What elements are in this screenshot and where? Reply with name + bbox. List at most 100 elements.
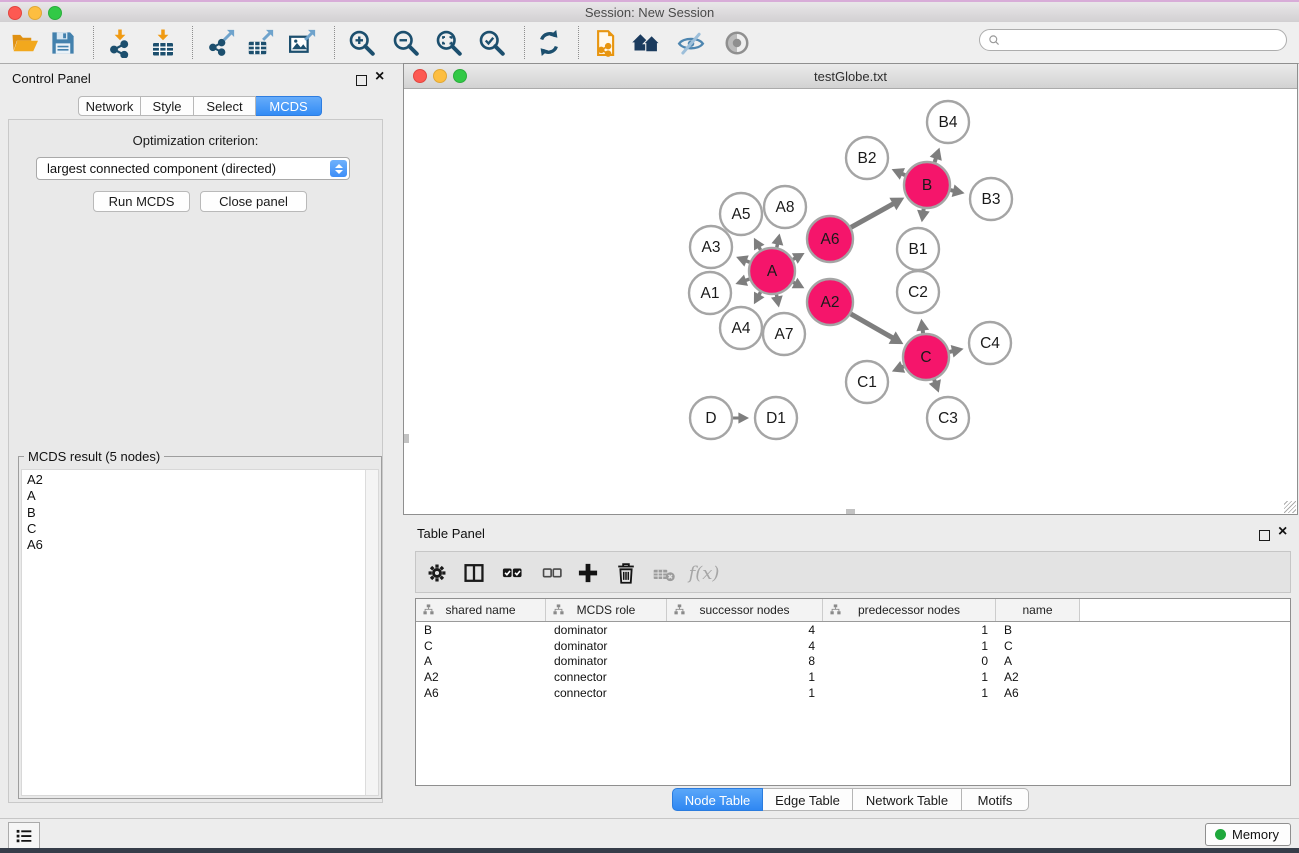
search-input[interactable] — [1006, 32, 1278, 48]
network-canvas[interactable]: B4B2BB3A8A5A6A3B1AC2A1A2A4A7C4CC1C3DD1 — [404, 89, 1297, 514]
close-panel-button[interactable]: × — [1278, 526, 1287, 538]
select-stepper[interactable] — [330, 160, 347, 177]
tab-network[interactable]: Network — [78, 96, 141, 116]
table-cell[interactable]: A2 — [996, 670, 1080, 684]
chevron-up-icon — [335, 164, 343, 168]
horizontal-scroll-nub[interactable] — [846, 509, 855, 514]
table-row[interactable]: A6connector11A6 — [416, 685, 1290, 701]
float-panel-button[interactable] — [356, 73, 367, 91]
export-table-button[interactable] — [243, 26, 277, 60]
zoom-in-button[interactable] — [345, 26, 379, 60]
mcds-result-list[interactable]: A2ABCA6 — [21, 469, 379, 796]
table-cell[interactable]: A — [416, 654, 546, 668]
table-cell[interactable]: A2 — [416, 670, 546, 684]
mcds-result-item[interactable]: B — [22, 505, 378, 521]
tab-select[interactable]: Select — [194, 96, 256, 116]
tab-mcds[interactable]: MCDS — [256, 96, 322, 116]
table-cell[interactable]: B — [416, 623, 546, 637]
zoom-fit-button[interactable] — [432, 26, 466, 60]
save-session-button[interactable] — [46, 26, 80, 60]
show-column-button[interactable] — [459, 558, 489, 588]
table-row[interactable]: Cdominator41C — [416, 638, 1290, 654]
search-icon — [988, 34, 1001, 47]
table-cell[interactable]: dominator — [546, 654, 667, 668]
network-window-titlebar: testGlobe.txt — [404, 64, 1297, 89]
table-cell[interactable]: 1 — [823, 670, 996, 684]
table-cell[interactable]: 0 — [823, 654, 996, 668]
deselect-all-button[interactable] — [537, 558, 567, 588]
open-file-button[interactable] — [8, 26, 42, 60]
import-network-button[interactable] — [103, 26, 137, 60]
zoom-out-button[interactable] — [389, 26, 423, 60]
mcds-result-item[interactable]: A — [22, 488, 378, 504]
table-cell[interactable]: A — [996, 654, 1080, 668]
graph-edge-A2-C[interactable] — [851, 314, 893, 338]
select-all-button[interactable] — [497, 558, 527, 588]
mcds-result-item[interactable]: C — [22, 521, 378, 537]
tab-motifs[interactable]: Motifs — [962, 788, 1029, 811]
table-cell[interactable]: 4 — [667, 639, 823, 653]
add-column-button[interactable] — [573, 558, 603, 588]
home-view-button[interactable] — [629, 26, 663, 60]
run-mcds-button[interactable]: Run MCDS — [93, 191, 190, 212]
tab-node-table[interactable]: Node Table — [672, 788, 763, 811]
column-label: successor nodes — [699, 603, 789, 617]
table-cell[interactable]: 1 — [823, 686, 996, 700]
column-header-successor-nodes[interactable]: successor nodes — [667, 599, 823, 621]
table-cell[interactable]: 4 — [667, 623, 823, 637]
table-cell[interactable]: C — [996, 639, 1080, 653]
table-cell[interactable]: A6 — [996, 686, 1080, 700]
graph-edge-A6-B[interactable] — [851, 204, 894, 228]
table-cell[interactable]: 1 — [667, 670, 823, 684]
table-row[interactable]: Adominator80A — [416, 654, 1290, 670]
table-cell[interactable]: 1 — [667, 686, 823, 700]
hide-details-button[interactable] — [674, 26, 708, 60]
optimization-criterion-select[interactable]: largest connected component (directed) — [36, 157, 350, 180]
table-settings-button[interactable] — [422, 558, 452, 588]
tab-edge-table[interactable]: Edge Table — [763, 788, 853, 811]
table-cell[interactable]: dominator — [546, 623, 667, 637]
vertical-scroll-nub[interactable] — [404, 434, 409, 443]
close-panel-action-button[interactable]: Close panel — [200, 191, 307, 212]
table-cell[interactable]: dominator — [546, 639, 667, 653]
mcds-panel: Optimization criterion: largest connecte… — [8, 119, 383, 803]
show-details-button[interactable] — [720, 26, 754, 60]
duplicate-network-button[interactable] — [588, 26, 622, 60]
column-header-name[interactable]: name — [996, 599, 1080, 621]
task-history-button[interactable] — [8, 822, 40, 849]
table-cell[interactable]: 1 — [823, 639, 996, 653]
delete-column-button[interactable] — [611, 558, 641, 588]
tab-style[interactable]: Style — [141, 96, 194, 116]
table-cell[interactable]: 8 — [667, 654, 823, 668]
network-graph[interactable]: B4B2BB3A8A5A6A3B1AC2A1A2A4A7C4CC1C3DD1 — [404, 89, 1297, 514]
delete-table-button-disabled[interactable] — [649, 558, 679, 588]
column-header-predecessor-nodes[interactable]: predecessor nodes — [823, 599, 996, 621]
list-scrollbar[interactable] — [365, 470, 378, 795]
table-row[interactable]: A2connector11A2 — [416, 669, 1290, 685]
mcds-result-item[interactable]: A2 — [22, 472, 378, 488]
window-resize-grip[interactable] — [1284, 501, 1296, 513]
mcds-result-item[interactable]: A6 — [22, 537, 378, 553]
table-cell[interactable]: 1 — [823, 623, 996, 637]
float-panel-button[interactable] — [1259, 528, 1270, 546]
graph-node-label-C3: C3 — [938, 410, 958, 427]
table-cell[interactable]: A6 — [416, 686, 546, 700]
refresh-layout-button[interactable] — [532, 26, 566, 60]
search-field[interactable] — [979, 29, 1287, 51]
export-image-button[interactable] — [285, 26, 319, 60]
graph-arrowhead — [738, 412, 749, 423]
table-cell[interactable]: C — [416, 639, 546, 653]
import-table-button[interactable] — [146, 26, 180, 60]
column-header-MCDS-role[interactable]: MCDS role — [546, 599, 667, 621]
close-panel-button[interactable]: × — [375, 71, 384, 83]
column-header-shared-name[interactable]: shared name — [416, 599, 546, 621]
tab-network-table[interactable]: Network Table — [853, 788, 962, 811]
table-cell[interactable]: connector — [546, 670, 667, 684]
zoom-selected-button[interactable] — [475, 26, 509, 60]
table-cell[interactable]: B — [996, 623, 1080, 637]
export-network-button[interactable] — [204, 26, 238, 60]
function-builder-button-disabled[interactable]: f(x) — [684, 558, 724, 588]
memory-button[interactable]: Memory — [1205, 823, 1291, 846]
table-cell[interactable]: connector — [546, 686, 667, 700]
table-row[interactable]: Bdominator41B — [416, 622, 1290, 638]
